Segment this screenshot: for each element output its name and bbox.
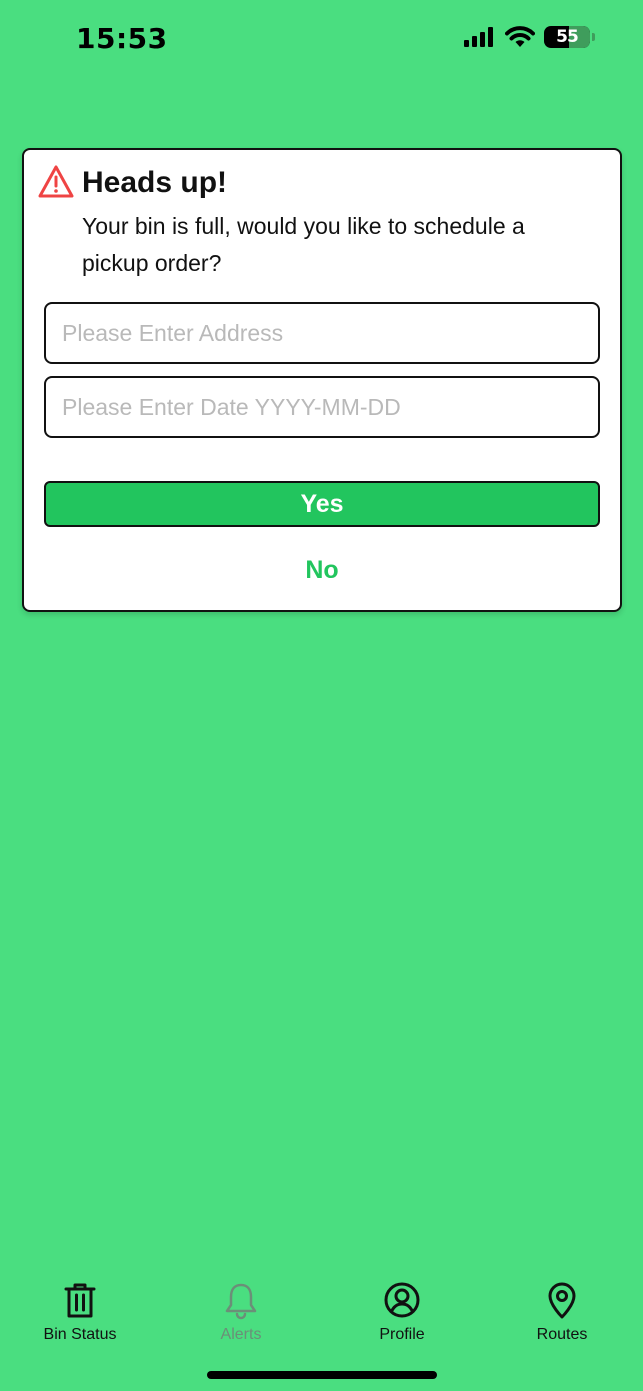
- battery-level: 55: [556, 27, 579, 47]
- alert-title: Heads up!: [82, 166, 228, 199]
- tab-alerts[interactable]: Alerts: [171, 1270, 311, 1350]
- status-bar: 15:53 55: [0, 0, 643, 80]
- wifi-icon: [505, 26, 535, 47]
- yes-button[interactable]: Yes: [44, 481, 600, 527]
- date-input[interactable]: [44, 376, 600, 438]
- warning-triangle-icon: [38, 165, 74, 198]
- bottom-tab-bar: Bin Status Alerts Profile Routes: [0, 1270, 643, 1360]
- battery-icon: 55: [544, 26, 590, 48]
- home-indicator[interactable]: [207, 1371, 437, 1379]
- tab-label: Routes: [536, 1326, 588, 1343]
- no-button[interactable]: No: [272, 548, 372, 592]
- tab-label: Alerts: [220, 1326, 262, 1343]
- schedule-pickup-alert: Heads up! Your bin is full, would you li…: [22, 148, 622, 612]
- tab-bin-status[interactable]: Bin Status: [10, 1270, 150, 1350]
- tab-label: Profile: [379, 1326, 425, 1343]
- bell-icon: [225, 1283, 257, 1320]
- tab-label: Bin Status: [43, 1326, 117, 1343]
- status-time: 15:53: [76, 22, 168, 55]
- status-icons: 55: [464, 26, 595, 48]
- tab-profile[interactable]: Profile: [332, 1270, 472, 1350]
- cellular-signal-icon: [464, 27, 493, 47]
- address-input[interactable]: [44, 302, 600, 364]
- tab-routes[interactable]: Routes: [492, 1270, 632, 1350]
- alert-message: Your bin is full, would you like to sche…: [82, 213, 525, 276]
- map-pin-icon: [548, 1282, 576, 1319]
- user-circle-icon: [384, 1282, 420, 1318]
- trash-bin-icon: [64, 1283, 96, 1318]
- battery-cap: [592, 33, 595, 41]
